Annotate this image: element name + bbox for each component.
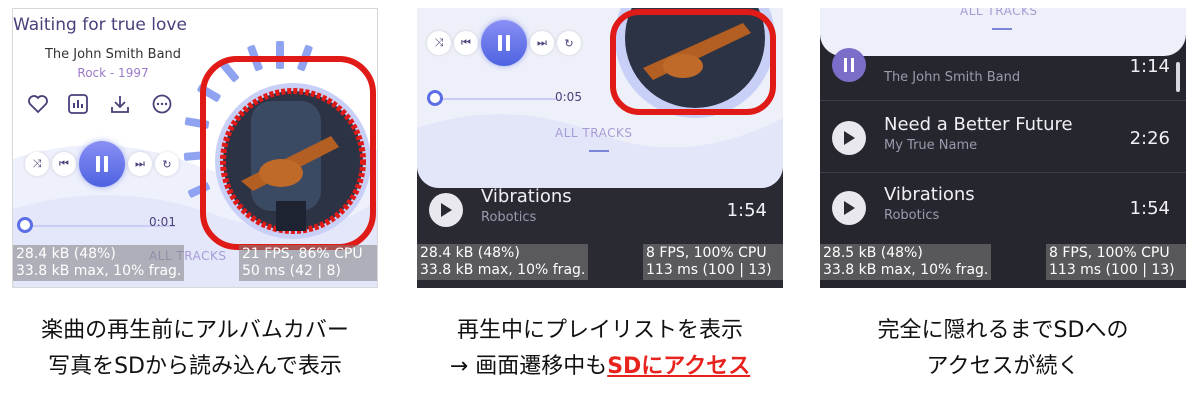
fps-cpu: 8 FPS, 100% CPU [646, 245, 767, 261]
prev-icon[interactable]: ⏮ [52, 152, 76, 176]
artist-name: The John Smith Band [44, 47, 182, 62]
caption-3-line-1: 完全に隠れるまでSDへの [877, 318, 1129, 343]
progress-handle[interactable] [17, 217, 33, 233]
playback-controls: ⤨ ⏮ ⏭ ↻ [25, 141, 179, 187]
all-tracks-label[interactable]: ALL TRACKS [960, 8, 1037, 18]
track-artist: The John Smith Band [884, 70, 1021, 85]
pause-icon [96, 156, 108, 172]
track-artist: My True Name [884, 138, 978, 153]
caption-2-line-2: → 画面遷移中もSDにアクセス [405, 349, 795, 385]
performance-stats: 8 FPS, 100% CPU 113 ms (100 | 13) [1046, 244, 1186, 280]
caption-3-line-2: アクセスが続く [926, 354, 1080, 379]
track-artist: Robotics [481, 210, 537, 225]
caption-2-prefix: → 画面遷移中も [449, 354, 608, 379]
track-row[interactable]: Need a Better Future My True Name 2:26 [820, 104, 1186, 172]
download-icon[interactable] [109, 93, 131, 115]
heart-icon[interactable] [27, 93, 49, 115]
caption-1-line-2: 写真をSDから読み込んで表示 [48, 354, 342, 379]
divider [820, 100, 1186, 101]
track-name: Need a Better Future [884, 114, 1073, 135]
next-icon[interactable]: ⏭ [128, 152, 152, 176]
next-icon[interactable]: ⏭ [530, 31, 554, 55]
play-icon[interactable] [832, 121, 866, 155]
play-icon[interactable] [832, 191, 866, 225]
shuffle-icon[interactable]: ⤨ [427, 31, 451, 55]
divider [820, 172, 1186, 173]
memory-stats: 28.4 kB (48%) 33.8 kB max, 10% frag. [13, 245, 185, 281]
all-tracks-label[interactable]: ALL TRACKS [555, 126, 632, 140]
pause-icon[interactable] [832, 48, 866, 82]
caption-1: 楽曲の再生前にアルバムカバー 写真をSDから読み込んで表示 [0, 313, 390, 385]
track-artist: Robotics [884, 208, 940, 223]
caption-2-line-1: 再生中にプレイリストを表示 [456, 318, 743, 343]
elapsed-time: 0:01 [149, 215, 176, 229]
play-icon[interactable] [429, 193, 463, 227]
performance-stats: 21 FPS, 86% CPU 50 ms (42 | 8) [239, 245, 377, 281]
highlight-frame [200, 56, 376, 250]
fps-cpu: 21 FPS, 86% CPU [242, 246, 363, 262]
memory-stats: 28.4 kB (48%) 33.8 kB max, 10% frag. [417, 244, 589, 280]
pause-icon [498, 35, 510, 51]
playback-controls: ⤨ ⏮ ⏭ ↻ [427, 20, 581, 66]
track-duration: 1:54 [1129, 198, 1170, 219]
performance-stats: 8 FPS, 100% CPU 113 ms (100 | 13) [643, 244, 783, 280]
song-title: Waiting for true love [13, 15, 187, 35]
scrollbar[interactable] [1176, 62, 1180, 92]
track-row[interactable]: Vibrations Robotics 1:54 [820, 174, 1186, 242]
memory-max: 33.8 kB max, 10% frag. [420, 262, 586, 278]
progress-bar[interactable] [431, 98, 556, 100]
player-screen-3: ALL TRACKS The John Smith Band 1:14 Need… [820, 8, 1186, 288]
chat-icon[interactable] [151, 93, 173, 115]
caption-1-line-1: 楽曲の再生前にアルバムカバー [41, 318, 349, 343]
repeat-icon[interactable]: ↻ [155, 152, 179, 176]
player-screen-2: ⤨ ⏮ ⏭ ↻ 0:05 ALL TRACKS Vibrations Robot… [417, 8, 783, 288]
track-duration: 1:14 [1129, 56, 1170, 77]
pause-button[interactable] [79, 141, 125, 187]
shuffle-icon[interactable]: ⤨ [25, 152, 49, 176]
player-screen-1: Waiting for true love The John Smith Ban… [12, 8, 378, 288]
drag-handle[interactable] [589, 150, 609, 152]
memory-used: 28.4 kB (48%) [420, 245, 520, 261]
caption-3: 完全に隠れるまでSDへの アクセスが続く [808, 313, 1198, 385]
caption-2-highlight: SDにアクセス [607, 354, 751, 379]
memory-stats: 28.5 kB (48%) 33.8 kB max, 10% frag. [820, 244, 992, 280]
genre-year: Rock - 1997 [77, 66, 149, 80]
track-name: Vibrations [884, 184, 975, 205]
chart-icon[interactable] [67, 93, 89, 115]
memory-used: 28.5 kB (48%) [823, 245, 923, 261]
render-time: 50 ms (42 | 8) [242, 263, 341, 279]
track-name: Vibrations [481, 186, 572, 207]
memory-used: 28.4 kB (48%) [16, 246, 116, 262]
fps-cpu: 8 FPS, 100% CPU [1049, 245, 1170, 261]
track-duration: 1:54 [726, 200, 767, 221]
caption-2: 再生中にプレイリストを表示 → 画面遷移中もSDにアクセス [405, 313, 795, 385]
track-row[interactable]: Vibrations Robotics 1:54 [417, 176, 783, 244]
memory-max: 33.8 kB max, 10% frag. [823, 262, 989, 278]
album-art-ring [610, 8, 776, 118]
track-duration: 2:26 [1129, 128, 1170, 149]
repeat-icon[interactable]: ↻ [557, 31, 581, 55]
prev-icon[interactable]: ⏮ [454, 31, 478, 55]
drag-handle[interactable] [992, 28, 1012, 30]
render-time: 113 ms (100 | 13) [646, 262, 772, 278]
memory-max: 33.8 kB max, 10% frag. [16, 263, 182, 279]
pause-button[interactable] [481, 20, 527, 66]
render-time: 113 ms (100 | 13) [1049, 262, 1175, 278]
elapsed-time: 0:05 [555, 90, 582, 104]
track-row[interactable]: The John Smith Band 1:14 [820, 42, 1186, 102]
progress-handle[interactable] [427, 90, 443, 106]
